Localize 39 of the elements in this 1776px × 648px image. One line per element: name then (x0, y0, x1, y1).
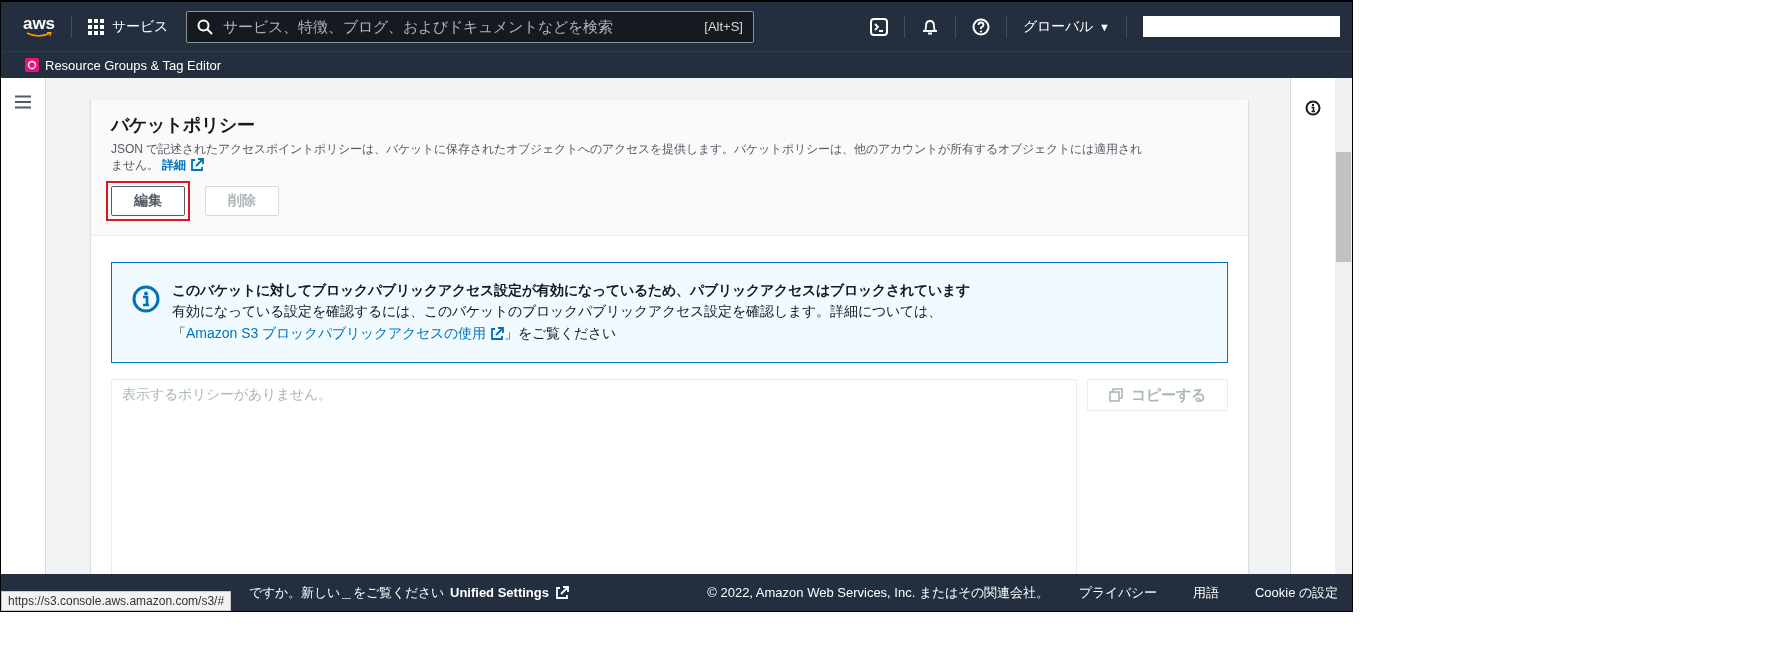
shortcut-hint: [Alt+S] (704, 19, 743, 34)
info-icon[interactable] (1305, 100, 1321, 116)
external-link-icon (554, 585, 569, 600)
footer-link[interactable]: 用語 (1192, 583, 1219, 602)
search-icon (197, 18, 213, 35)
external-link-icon (190, 158, 205, 172)
service-icon (25, 58, 39, 72)
bell-icon[interactable] (921, 17, 940, 36)
footer-link[interactable]: Cookie の設定 (1254, 583, 1338, 602)
search-field[interactable]: サービス、特徴、ブログ、およびドキュメントなどを検索 [Alt+S] (186, 10, 754, 43)
section-title: バケットポリシー (111, 114, 256, 137)
status-url-tooltip: https://s3.console.aws.amazon.com/s3/# (1, 591, 232, 611)
scrollbar[interactable] (1335, 78, 1352, 574)
copy-icon (1109, 388, 1123, 402)
documentation-link[interactable]: Amazon S3 ブロックパブリックアクセスの使用 (186, 325, 505, 341)
action-button[interactable]: 編集 (111, 186, 185, 216)
footer-text: ですか。新しい＿をご覧ください (249, 583, 444, 602)
menu-icon[interactable] (15, 95, 31, 109)
section-description: JSON で記述されたアクセスポイントポリシーは、バケットに保存されたオブジェクトへのアクセスを提供します。バケットポリシーは、他のアカウントが所有するオブジェクトには適用されません。 詳細 (111, 141, 1144, 173)
learn-more-link[interactable]: 詳細 (162, 157, 205, 173)
services-menu-button[interactable]: サービス (88, 17, 168, 36)
scrollbar-thumb[interactable] (1336, 152, 1351, 262)
policy-editor-field[interactable]: 表示するポリシーがありません。 (111, 379, 1077, 574)
help-icon[interactable] (972, 17, 991, 36)
aws-logo[interactable]: aws (23, 15, 55, 38)
region-menu-button[interactable]: グローバル ▼ (1023, 17, 1110, 36)
bookmark-link[interactable]: Resource Groups & Tag Editor (25, 57, 222, 73)
alert-message: 有効になっている設定を確認するには、このバケットのブロックパブリックアクセス設定を確認します。詳細については、「Amazon S3 ブロックパブリックアクセスの使用 」をご覧ください (172, 302, 943, 344)
alert-title: このバケットに対してブロックパブリックアクセス設定が有効になっているため、パブリックアクセスはブロックされています (172, 281, 971, 300)
smile-arrow-icon (26, 31, 52, 38)
caret-icon: ▼ (1099, 20, 1110, 33)
unified-settings-link[interactable]: Unified Settings (450, 585, 569, 600)
terminal-icon[interactable] (870, 17, 889, 36)
grid-icon (88, 18, 104, 35)
copyright-text: © 2022, Amazon Web Services, Inc. またはその関連会社。 (707, 583, 1049, 602)
external-link-icon (490, 327, 505, 342)
footer-link[interactable]: プライバシー (1078, 583, 1157, 602)
account-menu-field[interactable] (1143, 16, 1340, 37)
info-icon (132, 285, 160, 313)
